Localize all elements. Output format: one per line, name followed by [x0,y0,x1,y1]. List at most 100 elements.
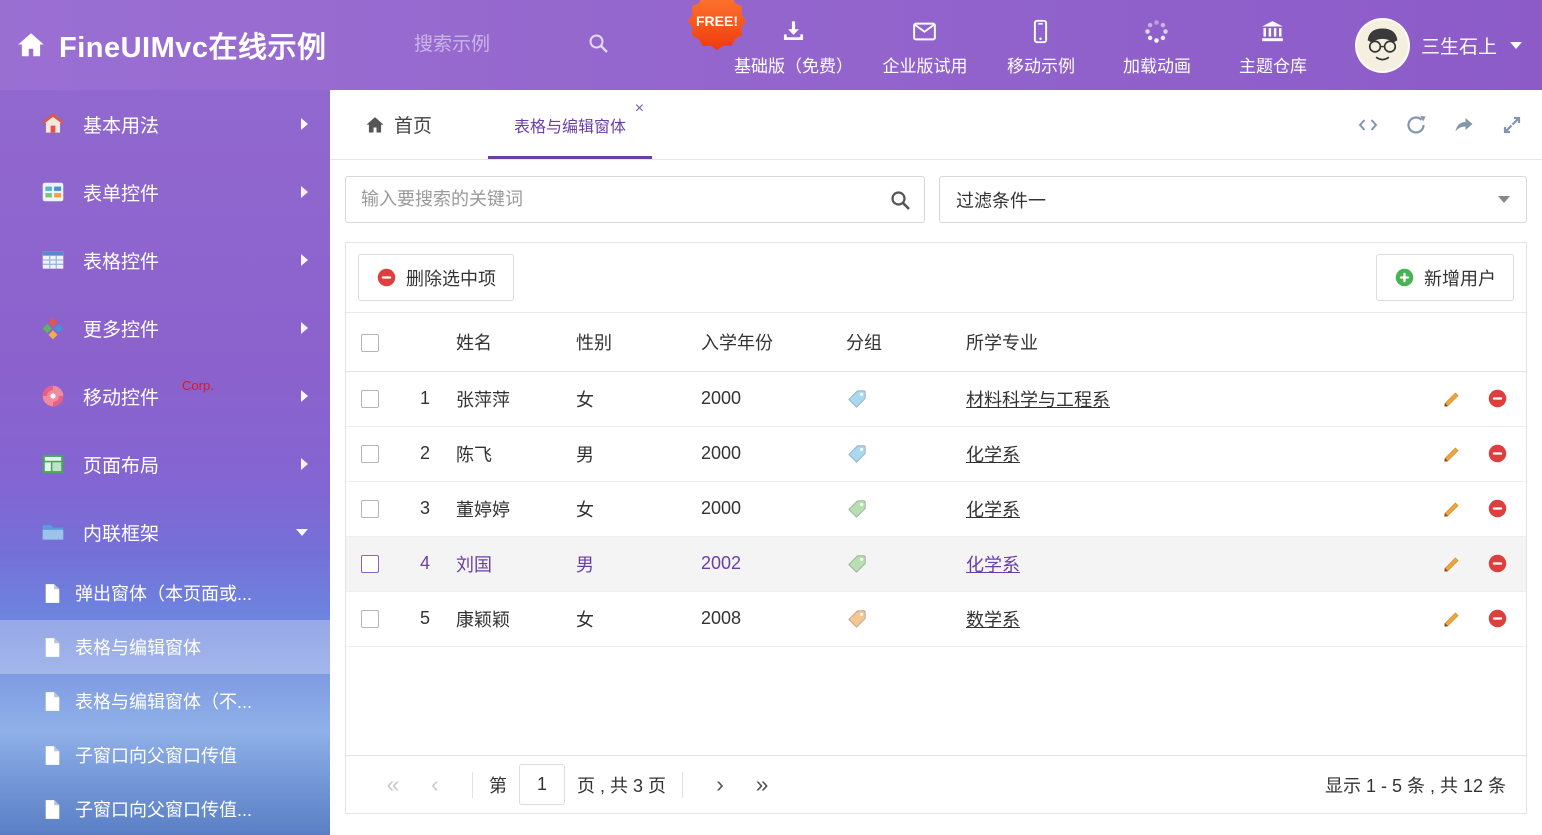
table-row: 2 陈飞 男 2000 化学系 [346,426,1526,481]
user-menu[interactable]: 三生石上 [1355,18,1522,73]
sidebar-subitem-child-to-parent[interactable]: 子窗口向父窗口传值 [0,728,330,782]
home-colored-icon [40,111,66,137]
bank-icon [1259,18,1286,45]
column-group: 分组 [846,313,966,371]
major-link[interactable]: 材料科学与工程系 [966,390,1110,410]
sidebar-subitem-grid-edit-window-2[interactable]: 表格与编辑窗体（不... [0,674,330,728]
major-link[interactable]: 化学系 [966,555,1020,575]
sidebar-item-more-controls[interactable]: 更多控件 [0,294,330,362]
sidebar-subitem-label: 子窗口向父窗口传值 [75,742,237,768]
cell-gender: 女 [576,591,701,646]
prev-page-button[interactable]: ‹ [414,771,456,798]
nav-item-loading-animation[interactable]: 加载动画 [1113,14,1201,77]
first-page-button[interactable]: « [372,771,414,798]
filter-dropdown-value: 过滤条件一 [956,187,1046,213]
pager-divider [682,772,683,798]
edit-icon[interactable] [1441,553,1463,575]
sidebar-subitem-label: 表格与编辑窗体（不... [75,688,252,714]
sidebar-item-iframe[interactable]: 内联框架 [0,498,330,566]
chevron-down-icon [296,529,308,536]
delete-icon[interactable] [1487,498,1508,519]
sidebar-subitem-child-to-parent-2[interactable]: 子窗口向父窗口传值... [0,782,330,835]
cell-index: 2 [398,426,456,481]
edit-icon[interactable] [1441,388,1463,410]
expand-icon[interactable] [1500,113,1524,137]
row-checkbox[interactable] [361,555,379,573]
nav-item-enterprise-trial[interactable]: 企业版试用 [881,14,969,77]
add-user-label: 新增用户 [1424,265,1496,291]
delete-icon[interactable] [1487,608,1508,629]
sidebar-subitem-grid-edit-window[interactable]: 表格与编辑窗体 [0,620,330,674]
cell-gender: 女 [576,481,701,536]
cell-year: 2002 [701,536,846,591]
page-icon [44,637,61,658]
last-page-button[interactable]: » [741,771,783,798]
share-icon[interactable] [1452,113,1476,137]
keyword-search-input[interactable] [345,176,925,223]
pinwheel-icon [40,383,66,409]
sidebar-item-page-layout[interactable]: 页面布局 [0,430,330,498]
delete-icon[interactable] [1487,553,1508,574]
row-checkbox[interactable] [361,445,379,463]
next-page-button[interactable]: › [699,771,741,798]
cell-name: 康颖颖 [456,591,576,646]
search-icon[interactable] [888,188,912,217]
tab-active-label: 表格与编辑窗体 [514,113,626,137]
sidebar-submenu: 弹出窗体（本页面或... 表格与编辑窗体 表格与编辑窗体（不... 子窗口向父窗… [0,566,330,835]
sidebar-item-grid-controls[interactable]: 表格控件 [0,226,330,294]
pager-divider [472,772,473,798]
cell-year: 2000 [701,426,846,481]
add-user-button[interactable]: 新增用户 [1376,254,1514,301]
row-checkbox[interactable] [361,610,379,628]
tab-bar: 首页 表格与编辑窗体 × [330,90,1542,160]
delete-icon[interactable] [1487,388,1508,409]
edit-icon[interactable] [1441,498,1463,520]
pagination-bar: « ‹ 第 页 , 共 3 页 › » 显示 1 - 5 条 , 共 12 条 [346,755,1526,813]
sidebar-item-form-controls[interactable]: 表单控件 [0,158,330,226]
top-nav: FREE! 基础版（免费） 企业版试用 移动示例 加载动画 主题仓库 三生石上 [734,14,1542,77]
row-checkbox[interactable] [361,500,379,518]
sidebar: 基本用法 表单控件 表格控件 更多控件 移动控件 Corp. 页面布局 内联框架… [0,90,330,835]
source-code-icon[interactable] [1356,113,1380,137]
grid-toolbar: 删除选中项 新增用户 [346,243,1526,313]
major-link[interactable]: 数学系 [966,610,1020,630]
form-icon [40,179,66,205]
sidebar-item-basic-usage[interactable]: 基本用法 [0,90,330,158]
filter-row: 过滤条件一 [330,160,1542,223]
nav-item-theme-repo[interactable]: 主题仓库 [1229,14,1317,77]
tab-home[interactable]: 首页 [365,90,432,159]
edit-icon[interactable] [1441,443,1463,465]
sidebar-item-mobile-controls[interactable]: 移动控件 Corp. [0,362,330,430]
chevron-right-icon [301,322,308,334]
row-checkbox[interactable] [361,390,379,408]
tag-icon [846,498,868,520]
major-link[interactable]: 化学系 [966,445,1020,465]
refresh-icon[interactable] [1404,113,1428,137]
major-link[interactable]: 化学系 [966,500,1020,520]
cell-year: 2008 [701,591,846,646]
edit-icon[interactable] [1441,608,1463,630]
delete-selected-button[interactable]: 删除选中项 [358,254,514,301]
page-number-input[interactable] [519,764,565,805]
cell-gender: 男 [576,426,701,481]
top-search-input[interactable] [414,34,572,56]
select-all-checkbox[interactable] [361,334,379,352]
corp-badge: Corp. [182,378,214,393]
sidebar-item-label: 表格控件 [83,247,159,274]
sidebar-subitem-label: 弹出窗体（本页面或... [75,580,252,606]
close-icon[interactable]: × [635,101,644,117]
free-badge: FREE! [688,0,746,50]
nav-item-label: 企业版试用 [882,52,967,77]
chevron-right-icon [301,390,308,402]
cell-name: 董婷婷 [456,481,576,536]
delete-icon[interactable] [1487,443,1508,464]
cell-gender: 男 [576,536,701,591]
tab-grid-edit-window[interactable]: 表格与编辑窗体 × [488,90,652,159]
nav-item-basic-free[interactable]: FREE! 基础版（免费） [734,14,853,77]
nav-item-mobile-demo[interactable]: 移动示例 [997,14,1085,77]
search-icon[interactable] [586,31,610,60]
cell-year: 2000 [701,371,846,426]
column-actions [1414,313,1526,371]
filter-dropdown[interactable]: 过滤条件一 [939,176,1527,223]
sidebar-subitem-popup-window[interactable]: 弹出窗体（本页面或... [0,566,330,620]
